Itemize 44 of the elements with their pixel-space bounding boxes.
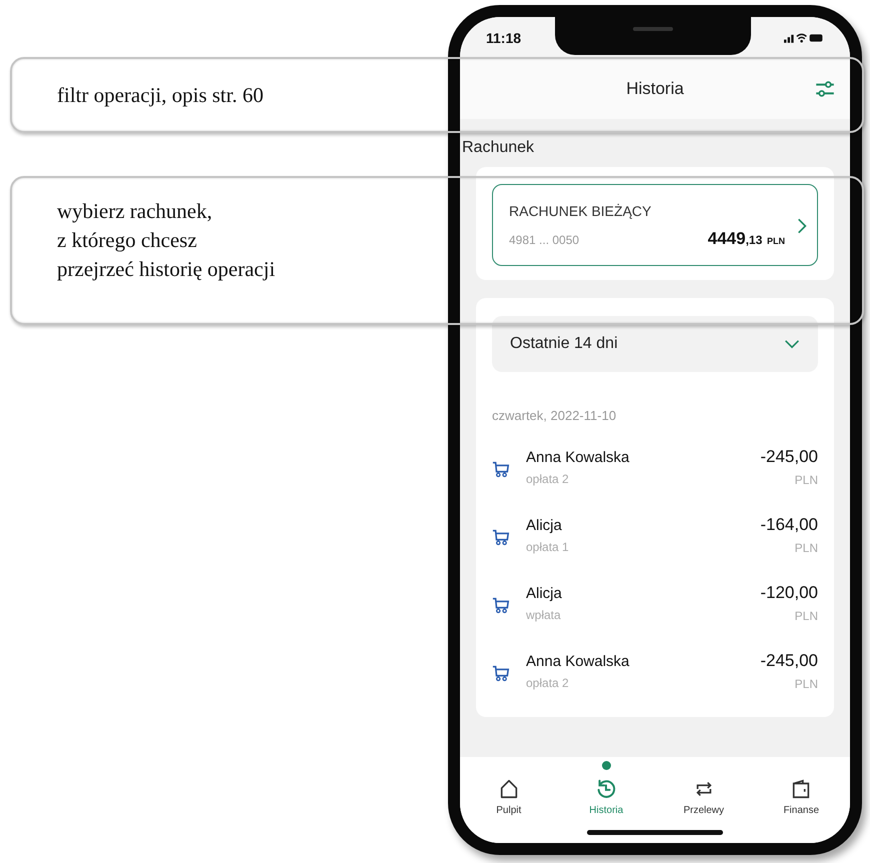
transaction-row[interactable]: Alicja wpłata -120,00 PLN	[492, 569, 818, 637]
transaction-description: opłata 1	[526, 540, 570, 554]
transaction-row[interactable]: Anna Kowalska opłata 2 -245,00 PLN	[492, 637, 818, 705]
cart-icon	[492, 664, 510, 682]
transaction-row[interactable]: Anna Kowalska opłata 2 -245,00 PLN	[492, 433, 818, 501]
transaction-currency: PLN	[794, 677, 818, 691]
transaction-name: Alicja	[526, 516, 563, 534]
transaction-name: Anna Kowalska	[526, 652, 630, 670]
chevron-down-icon	[784, 339, 800, 349]
transaction-name: Anna Kowalska	[526, 448, 630, 466]
chevron-right-icon	[797, 217, 807, 235]
transaction-description: wpłata	[526, 608, 562, 622]
cart-icon	[492, 596, 510, 614]
account-card[interactable]: RACHUNEK BIEŻĄCY 4981 ... 0050 4449,13 PLN	[492, 184, 818, 266]
cart-icon	[492, 460, 510, 478]
transaction-description: opłata 2	[526, 676, 570, 690]
date-heading: czwartek, 2022-11-10	[492, 408, 618, 423]
nav-tab[interactable]: Przelewy	[668, 761, 739, 816]
transaction-amount: -164,00	[760, 515, 818, 535]
transaction-description: opłata 2	[526, 472, 570, 486]
section-label: Rachunek	[461, 138, 536, 158]
account-balance: 4449,13 PLN	[708, 229, 785, 249]
nav-tab[interactable]: Historia	[571, 761, 642, 816]
transaction-row[interactable]: Alicja opłata 1 -164,00 PLN	[492, 501, 818, 569]
transaction-currency: PLN	[794, 541, 818, 555]
callout-text: wybierz rachunek, z którego chcesz przejrzeć historię operacji	[57, 198, 276, 283]
transaction-name: Alicja	[526, 584, 563, 602]
transaction-currency: PLN	[794, 609, 818, 623]
transaction-amount: -245,00	[760, 651, 818, 671]
status-time: 11:18	[486, 30, 522, 46]
nav-tab[interactable]: Pulpit	[474, 761, 544, 816]
history-icon	[595, 778, 618, 800]
transaction-currency: PLN	[794, 473, 818, 487]
nav-tab[interactable]: Finanse	[766, 761, 836, 816]
screen-title: Historia	[626, 79, 684, 99]
status-icons-icon	[784, 32, 824, 44]
active-dot-icon	[602, 761, 611, 770]
account-number: 4981 ... 0050	[509, 233, 580, 247]
cart-icon	[492, 528, 510, 546]
callout-text: filtr operacji, opis str. 60	[57, 82, 264, 108]
transaction-amount: -120,00	[760, 583, 818, 603]
transaction-amount: -245,00	[760, 447, 818, 467]
period-dropdown[interactable]: Ostatnie 14 dni	[492, 316, 818, 372]
account-name: RACHUNEK BIEŻĄCY	[509, 203, 652, 219]
